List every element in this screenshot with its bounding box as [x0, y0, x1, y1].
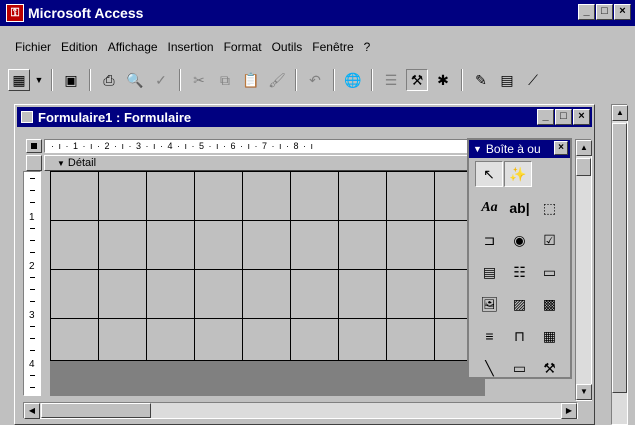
format-painter-icon[interactable]: 🖌 [266, 69, 288, 91]
menu-help[interactable]: ? [359, 40, 376, 54]
toolbox-panel: ▼ Boîte à ou × ↖ ✨ Aa ab| ⬚ ⊐ ◉ ☑ ▤ ☷ ▭ … [467, 138, 572, 379]
toolbox-title: Boîte à ou [485, 142, 541, 156]
toolbar-separator [333, 69, 335, 91]
select-objects-icon[interactable]: ↖ [475, 161, 503, 187]
form-horizontal-scrollbar[interactable]: ◀ ▶ [23, 402, 578, 419]
horizontal-ruler[interactable]: · ı · 1 · ı · 2 · ı · 3 · ı · 4 · ı · 5 … [44, 139, 485, 153]
mdi-scroll-up-button[interactable]: ▲ [612, 105, 628, 121]
code-icon[interactable]: ✎ [470, 69, 492, 91]
access-app-icon[interactable]: ⚿ [6, 4, 24, 22]
app-title-bar: ⚿ Microsoft Access _ □ × [0, 0, 635, 26]
line-icon[interactable]: ╲ [476, 355, 504, 381]
section-selector[interactable] [26, 155, 42, 171]
menu-edition[interactable]: Edition [56, 40, 103, 54]
toolbar-separator [371, 69, 373, 91]
form-background-bottom [50, 361, 485, 396]
form-scroll-up-button[interactable]: ▲ [576, 140, 592, 156]
unbound-object-frame-icon[interactable]: ▨ [506, 291, 534, 317]
form-close-button[interactable]: × [573, 109, 590, 125]
form-minimize-button[interactable]: _ [537, 109, 554, 125]
paste-icon[interactable]: 📋 [240, 69, 262, 91]
form-hscroll-thumb[interactable] [41, 403, 151, 418]
mdi-scroll-thumb[interactable] [612, 123, 627, 393]
form-maximize-button[interactable]: □ [555, 109, 572, 125]
combo-box-icon[interactable]: ▤ [476, 259, 504, 285]
toolbar-separator [461, 69, 463, 91]
menu-affichage[interactable]: Affichage [103, 40, 163, 54]
toolbox-title-bar[interactable]: ▼ Boîte à ou × [469, 140, 570, 158]
spelling-icon[interactable]: ✓ [150, 69, 172, 91]
dropdown-arrow-icon[interactable]: ▼ [34, 69, 44, 91]
vruler-number: 2 [29, 261, 35, 272]
rectangle-icon[interactable]: ▭ [506, 355, 534, 381]
form-scroll-left-button[interactable]: ◀ [24, 403, 40, 419]
vertical-ruler[interactable]: 1 2 3 4 [23, 171, 41, 396]
detail-section-grid[interactable] [50, 171, 470, 361]
toolbar-separator [89, 69, 91, 91]
label-icon[interactable]: Aa [476, 195, 504, 221]
menu-fichier[interactable]: Fichier [10, 40, 56, 54]
app-minimize-button[interactable]: _ [578, 4, 595, 20]
more-controls-icon[interactable]: ⚒ [536, 355, 564, 381]
toolbox-menu-icon[interactable]: ▼ [473, 144, 482, 154]
image-icon[interactable]: 🖼 [476, 291, 504, 317]
cut-icon[interactable]: ✂ [188, 69, 210, 91]
form-scroll-right-button[interactable]: ▶ [561, 403, 577, 419]
menu-format[interactable]: Format [219, 40, 267, 54]
properties-icon[interactable]: ▤ [496, 69, 518, 91]
menu-bar: Fichier Edition Affichage Insertion Form… [0, 36, 635, 58]
print-preview-icon[interactable]: 🔍 [124, 69, 146, 91]
menu-outils[interactable]: Outils [267, 40, 308, 54]
list-box-icon[interactable]: ☷ [506, 259, 534, 285]
section-arrow-icon: ▼ [57, 158, 65, 168]
form-icon[interactable] [21, 111, 33, 123]
toolbox-close-button[interactable]: × [554, 141, 568, 155]
undo-icon[interactable]: ↶ [304, 69, 326, 91]
toggle-button-icon[interactable]: ⊐ [476, 227, 504, 253]
form-selector[interactable] [26, 139, 42, 153]
main-toolbar: ▦ ▼ ▣ ⎙ 🔍 ✓ ✂ ⧉ 📋 🖌 ↶ 🌐 ☰ ⚒ ✱ ✎ ▤ ⟋ [0, 64, 635, 96]
option-button-icon[interactable]: ◉ [506, 227, 534, 253]
app-maximize-button[interactable]: □ [596, 4, 613, 20]
detail-section-label: Détail [67, 157, 97, 169]
command-button-icon[interactable]: ▭ [536, 259, 564, 285]
form-view-icon[interactable]: ▦ [8, 69, 30, 91]
form-vscroll-thumb[interactable] [576, 158, 591, 176]
app-close-button[interactable]: × [614, 4, 631, 20]
detail-section-header[interactable]: ▼ Détail [44, 155, 485, 171]
subform-icon[interactable]: ▦ [536, 323, 564, 349]
option-group-icon[interactable]: ⬚ [536, 195, 564, 221]
build-icon[interactable]: ⟋ [522, 69, 544, 91]
copy-icon[interactable]: ⧉ [214, 69, 236, 91]
toolbar-separator [51, 69, 53, 91]
tab-control-icon[interactable]: ⊓ [506, 323, 534, 349]
menu-fenetre[interactable]: Fenêtre [307, 40, 358, 54]
print-icon[interactable]: ⎙ [98, 69, 120, 91]
form-title: Formulaire1 : Formulaire [38, 109, 192, 125]
toolbar-separator [179, 69, 181, 91]
vruler-number: 4 [29, 359, 35, 370]
toolbox-icon[interactable]: ⚒ [406, 69, 428, 91]
mdi-vertical-scrollbar[interactable]: ▲ [611, 104, 628, 425]
app-title: Microsoft Access [28, 5, 144, 21]
form-title-bar: Formulaire1 : Formulaire _ □ × [17, 107, 592, 127]
form-vertical-scrollbar[interactable]: ▲ ▼ [575, 139, 592, 401]
field-list-icon[interactable]: ☰ [380, 69, 402, 91]
control-wizards-icon[interactable]: ✨ [504, 161, 532, 187]
autoformat-icon[interactable]: ✱ [432, 69, 454, 91]
insert-hyperlink-icon[interactable]: 🌐 [342, 69, 364, 91]
form-scroll-down-button[interactable]: ▼ [576, 384, 592, 400]
menu-insertion[interactable]: Insertion [163, 40, 219, 54]
vruler-number: 3 [29, 310, 35, 321]
textbox-icon[interactable]: ab| [506, 195, 534, 221]
page-break-icon[interactable]: ≡ [476, 323, 504, 349]
checkbox-icon[interactable]: ☑ [536, 227, 564, 253]
toolbar-separator [295, 69, 297, 91]
save-icon[interactable]: ▣ [60, 69, 82, 91]
vruler-number: 1 [29, 212, 35, 223]
bound-object-frame-icon[interactable]: ▩ [536, 291, 564, 317]
